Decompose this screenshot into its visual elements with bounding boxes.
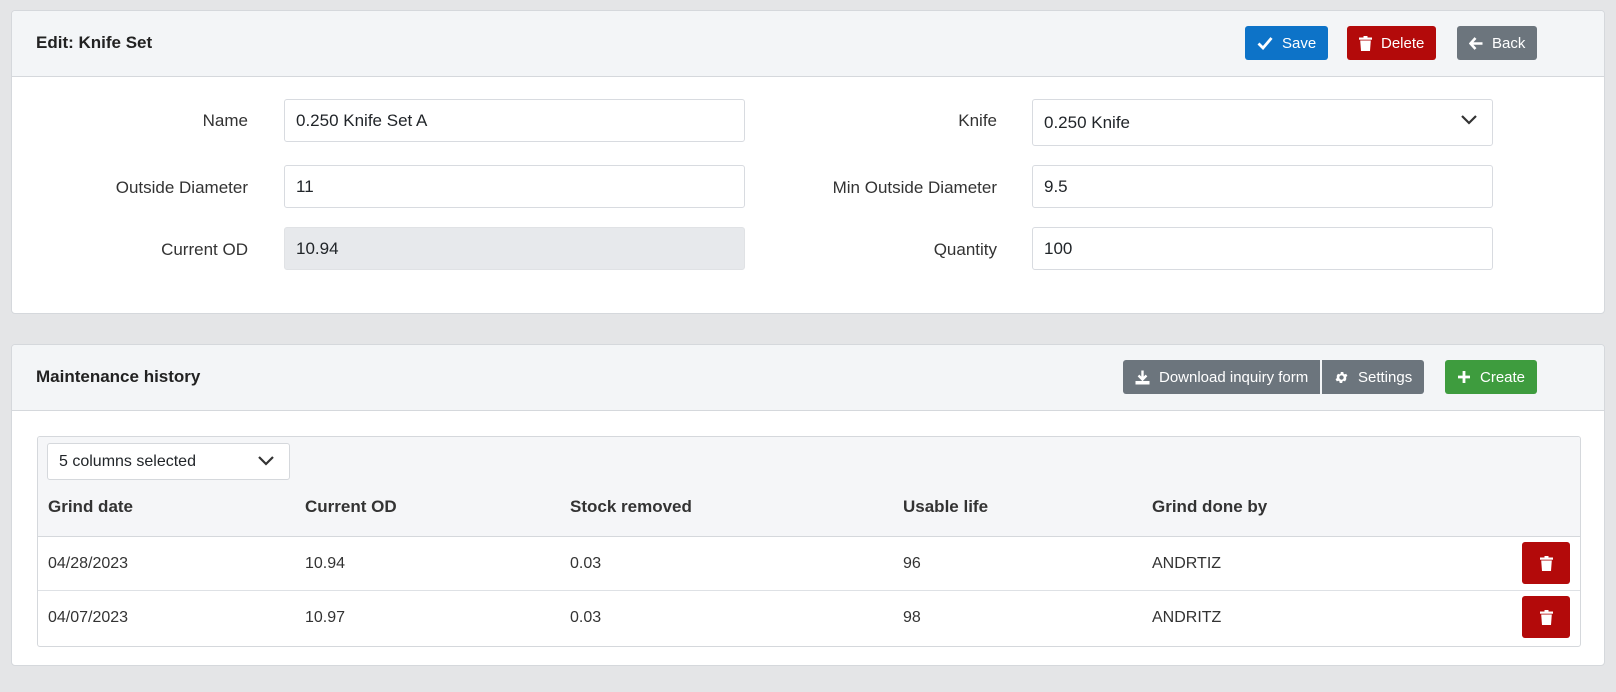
knife-select[interactable]: 0.250 Knife <box>1032 99 1493 146</box>
edit-knife-set-card: Edit: Knife Set Save Delete Back Name 0.… <box>11 10 1605 314</box>
delete-button-label: Delete <box>1381 34 1425 52</box>
column-header-stock-removed[interactable]: Stock removed <box>570 497 692 517</box>
cell-usable-life: 98 <box>903 609 921 626</box>
edit-card-header: Edit: Knife Set Save Delete Back <box>12 11 1604 77</box>
quantity-input[interactable]: 100 <box>1032 227 1493 270</box>
maintenance-history-card: Maintenance history Download inquiry for… <box>11 344 1605 666</box>
column-selector-label: 5 columns selected <box>59 452 196 470</box>
download-button-label: Download inquiry form <box>1159 368 1309 386</box>
chevron-down-icon <box>1461 115 1477 125</box>
cell-grind-done-by: ANDRTIZ <box>1152 555 1222 572</box>
row-delete-button[interactable] <box>1522 542 1570 584</box>
current-od-input: 10.94 <box>284 227 745 270</box>
maintenance-card-header: Maintenance history Download inquiry for… <box>12 345 1604 411</box>
cell-stock-removed: 0.03 <box>570 555 602 572</box>
column-header-usable-life[interactable]: Usable life <box>903 497 988 517</box>
trash-icon <box>1539 555 1553 571</box>
download-icon <box>1135 370 1150 384</box>
settings-button[interactable]: Settings <box>1322 360 1425 394</box>
settings-button-label: Settings <box>1358 368 1413 386</box>
back-button[interactable]: Back <box>1457 26 1538 60</box>
knife-label: Knife <box>958 111 997 130</box>
name-label: Name <box>202 111 248 130</box>
knife-select-value: 0.250 Knife <box>1044 112 1131 132</box>
cell-grind-date: 04/07/2023 <box>48 609 129 626</box>
min-outside-diameter-input[interactable]: 9.5 <box>1032 165 1493 208</box>
cell-current-od: 10.94 <box>305 555 346 572</box>
quantity-label: Quantity <box>933 240 997 259</box>
column-header-grind-date[interactable]: Grind date <box>48 497 133 517</box>
check-icon <box>1257 37 1273 50</box>
maintenance-title: Maintenance history <box>36 367 201 386</box>
column-header-current-od[interactable]: Current OD <box>305 497 397 517</box>
arrow-left-icon <box>1469 36 1483 50</box>
gear-icon <box>1335 371 1348 383</box>
delete-button[interactable]: Delete <box>1347 26 1437 60</box>
table-header: 5 columns selected Grind date Current OD… <box>38 437 1580 537</box>
trash-icon <box>1359 35 1372 51</box>
page-title: Edit: Knife Set <box>36 33 153 52</box>
current-od-label: Current OD <box>161 240 248 259</box>
table-row[interactable]: 04/28/2023 10.94 0.03 96 ANDRTIZ <box>38 537 1580 591</box>
cell-grind-done-by: ANDRITZ <box>1152 609 1222 626</box>
outside-diameter-input[interactable]: 11 <box>284 165 745 208</box>
outside-diameter-label: Outside Diameter <box>115 178 248 197</box>
plus-icon <box>1458 371 1470 383</box>
save-button-label: Save <box>1282 34 1317 52</box>
cell-stock-removed: 0.03 <box>570 609 602 626</box>
name-input[interactable]: 0.250 Knife Set A <box>284 99 745 142</box>
column-header-grind-done-by[interactable]: Grind done by <box>1152 497 1267 517</box>
cell-current-od: 10.97 <box>305 609 346 626</box>
row-delete-button[interactable] <box>1522 596 1570 638</box>
cell-grind-date: 04/28/2023 <box>48 555 129 572</box>
back-button-label: Back <box>1492 34 1526 52</box>
table-row[interactable]: 04/07/2023 10.97 0.03 98 ANDRITZ <box>38 591 1580 645</box>
cell-usable-life: 96 <box>903 555 921 572</box>
chevron-down-icon <box>258 456 274 466</box>
column-selector-dropdown[interactable]: 5 columns selected <box>47 443 290 480</box>
download-inquiry-form-button[interactable]: Download inquiry form <box>1123 360 1321 394</box>
min-outside-diameter-label: Min Outside Diameter <box>832 178 997 197</box>
trash-icon <box>1539 609 1553 625</box>
create-button[interactable]: Create <box>1445 360 1538 394</box>
save-button[interactable]: Save <box>1245 26 1329 60</box>
create-button-label: Create <box>1480 368 1526 386</box>
maintenance-table: 5 columns selected Grind date Current OD… <box>37 436 1581 647</box>
